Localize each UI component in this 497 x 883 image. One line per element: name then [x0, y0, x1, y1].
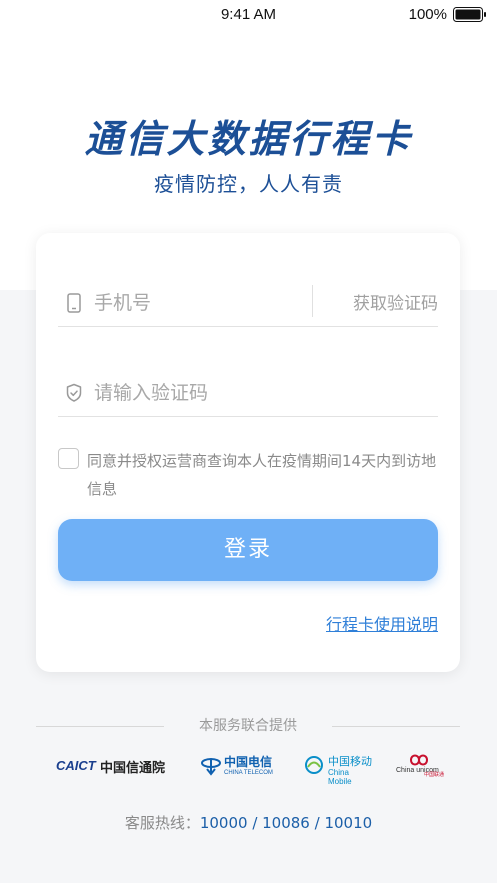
app-title: 通信大数据行程卡 [84, 117, 413, 161]
login-card: 获取验证码 同意并授权运营商查询本人在疫情期间14天内到访地信息 登录 行程卡使… [36, 233, 460, 672]
code-field [58, 369, 438, 417]
partner-logos: CAICT 中国信通院 中国电信 CHINA TELECOM 中国移动 Chin… [40, 752, 460, 786]
telecom-logo-en: CHINA TELECOM [224, 770, 273, 776]
caict-logo: CAICT 中国信通院 [56, 752, 176, 782]
battery-icon [453, 7, 486, 22]
caict-logo-cn: 中国信通院 [100, 761, 166, 776]
mobile-logo-cn: 中国移动 [328, 755, 372, 768]
agree-checkbox[interactable] [58, 448, 79, 469]
guide-link[interactable]: 行程卡使用说明 [326, 611, 438, 635]
china-mobile-icon [305, 756, 323, 774]
phone-input[interactable] [94, 287, 304, 319]
hotline: 客服热线：10000 / 10086 / 10010 [0, 812, 497, 833]
hotline-label: 客服热线： [124, 814, 200, 832]
divider-right [332, 726, 460, 727]
provider-title: 本服务联合提供 [199, 718, 297, 734]
login-button[interactable]: 登录 [58, 519, 438, 581]
battery-percent: 100% [408, 6, 447, 23]
app-subtitle: 疫情防控，人人有责 [154, 172, 343, 196]
get-code-button[interactable]: 获取验证码 [314, 289, 438, 317]
mobile-logo-en: China Mobile [328, 768, 352, 786]
provider-row: 本服务联合提供 [36, 715, 460, 737]
code-input[interactable] [94, 377, 414, 409]
china-telecom-logo: 中国电信 CHINA TELECOM [200, 752, 280, 782]
status-bar: 9:41 AM 100% [0, 0, 497, 30]
unicom-logo-cn: 中国联通 [424, 772, 445, 778]
telecom-logo-cn: 中国电信 [224, 755, 273, 769]
china-mobile-logo: 中国移动 China Mobile [304, 752, 374, 786]
field-divider [312, 285, 313, 317]
hotline-numbers[interactable]: 10000 / 10086 / 10010 [200, 814, 372, 832]
phone-icon [67, 293, 81, 313]
china-telecom-icon [201, 758, 221, 776]
phone-field: 获取验证码 [58, 279, 438, 327]
agree-text: 同意并授权运营商查询本人在疫情期间14天内到访地信息 [87, 452, 437, 498]
shield-check-icon [66, 383, 82, 402]
china-unicom-logo: China unicom 中国联通 [396, 752, 446, 782]
caict-logo-en: CAICT [56, 758, 96, 773]
china-unicom-icon [409, 754, 429, 766]
